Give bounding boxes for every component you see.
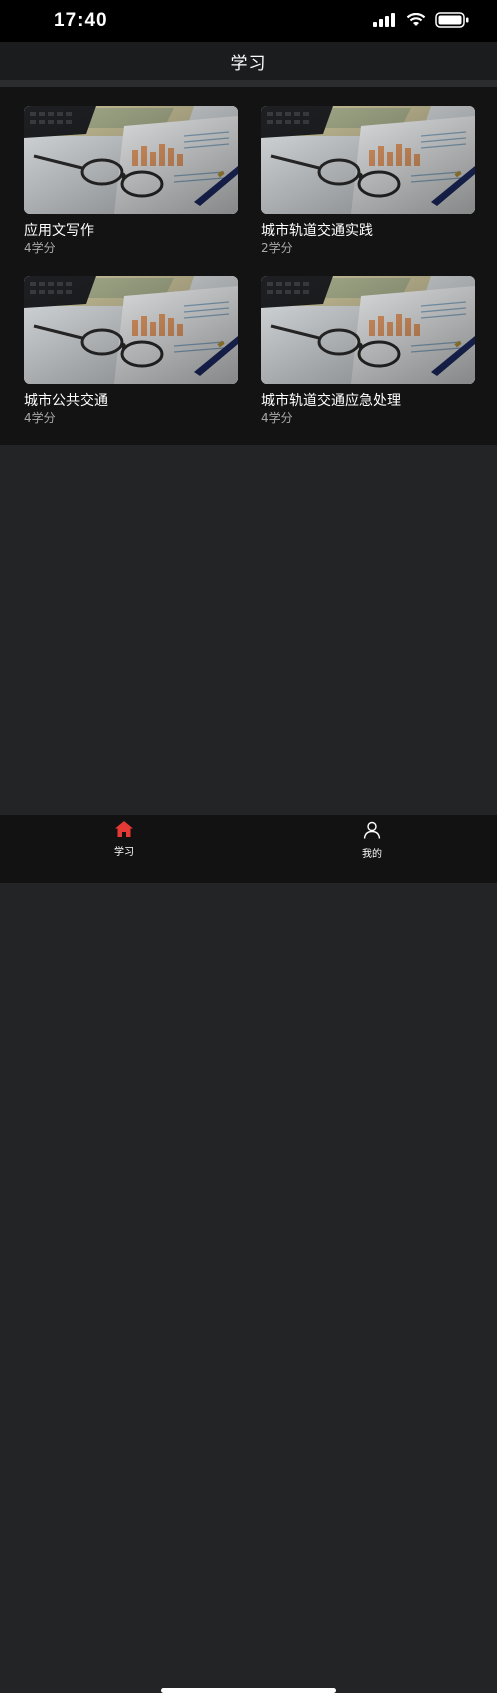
person-icon xyxy=(363,821,381,839)
course-title: 城市轨道交通实践 xyxy=(261,223,373,239)
battery-icon xyxy=(435,12,469,28)
finance-desk-image xyxy=(261,106,475,214)
wifi-icon xyxy=(406,13,426,26)
course-card[interactable]: 城市公共交通 4学分 xyxy=(24,276,238,426)
home-icon xyxy=(115,821,133,837)
page-title: 学习 xyxy=(230,53,267,74)
course-thumbnail xyxy=(24,106,238,214)
tab-label: 学习 xyxy=(114,847,134,858)
course-card[interactable]: 城市轨道交通应急处理 4学分 xyxy=(261,276,475,426)
course-card[interactable]: 城市轨道交通实践 2学分 xyxy=(261,106,475,256)
course-thumbnail xyxy=(261,106,475,214)
signal-icon xyxy=(373,13,395,27)
navigation-bar: 学习 xyxy=(0,42,497,80)
header-divider xyxy=(0,80,497,87)
tab-profile[interactable]: 我的 xyxy=(342,821,402,860)
home-indicator xyxy=(161,1688,336,1693)
course-grid: 应用文写作 4学分 城市轨道交通实践 2学分 城市公共交通 4学分 城市轨道交通… xyxy=(0,87,497,445)
course-credits: 2学分 xyxy=(261,241,293,255)
status-icons xyxy=(373,12,469,28)
course-credits: 4学分 xyxy=(261,411,293,425)
finance-desk-image xyxy=(24,106,238,214)
tab-study[interactable]: 学习 xyxy=(94,821,154,858)
finance-desk-image xyxy=(24,276,238,384)
course-title: 城市公共交通 xyxy=(24,393,108,409)
course-thumbnail xyxy=(261,276,475,384)
tab-bar: 学习 我的 xyxy=(0,815,497,1693)
course-title: 城市轨道交通应急处理 xyxy=(261,393,401,409)
status-bar: 17:40 xyxy=(0,0,497,42)
course-credits: 4学分 xyxy=(24,241,56,255)
course-card[interactable]: 应用文写作 4学分 xyxy=(24,106,238,256)
course-thumbnail xyxy=(24,276,238,384)
status-time: 17:40 xyxy=(54,10,108,31)
course-credits: 4学分 xyxy=(24,411,56,425)
course-title: 应用文写作 xyxy=(24,223,94,239)
finance-desk-image xyxy=(261,276,475,384)
tab-label: 我的 xyxy=(362,849,382,860)
